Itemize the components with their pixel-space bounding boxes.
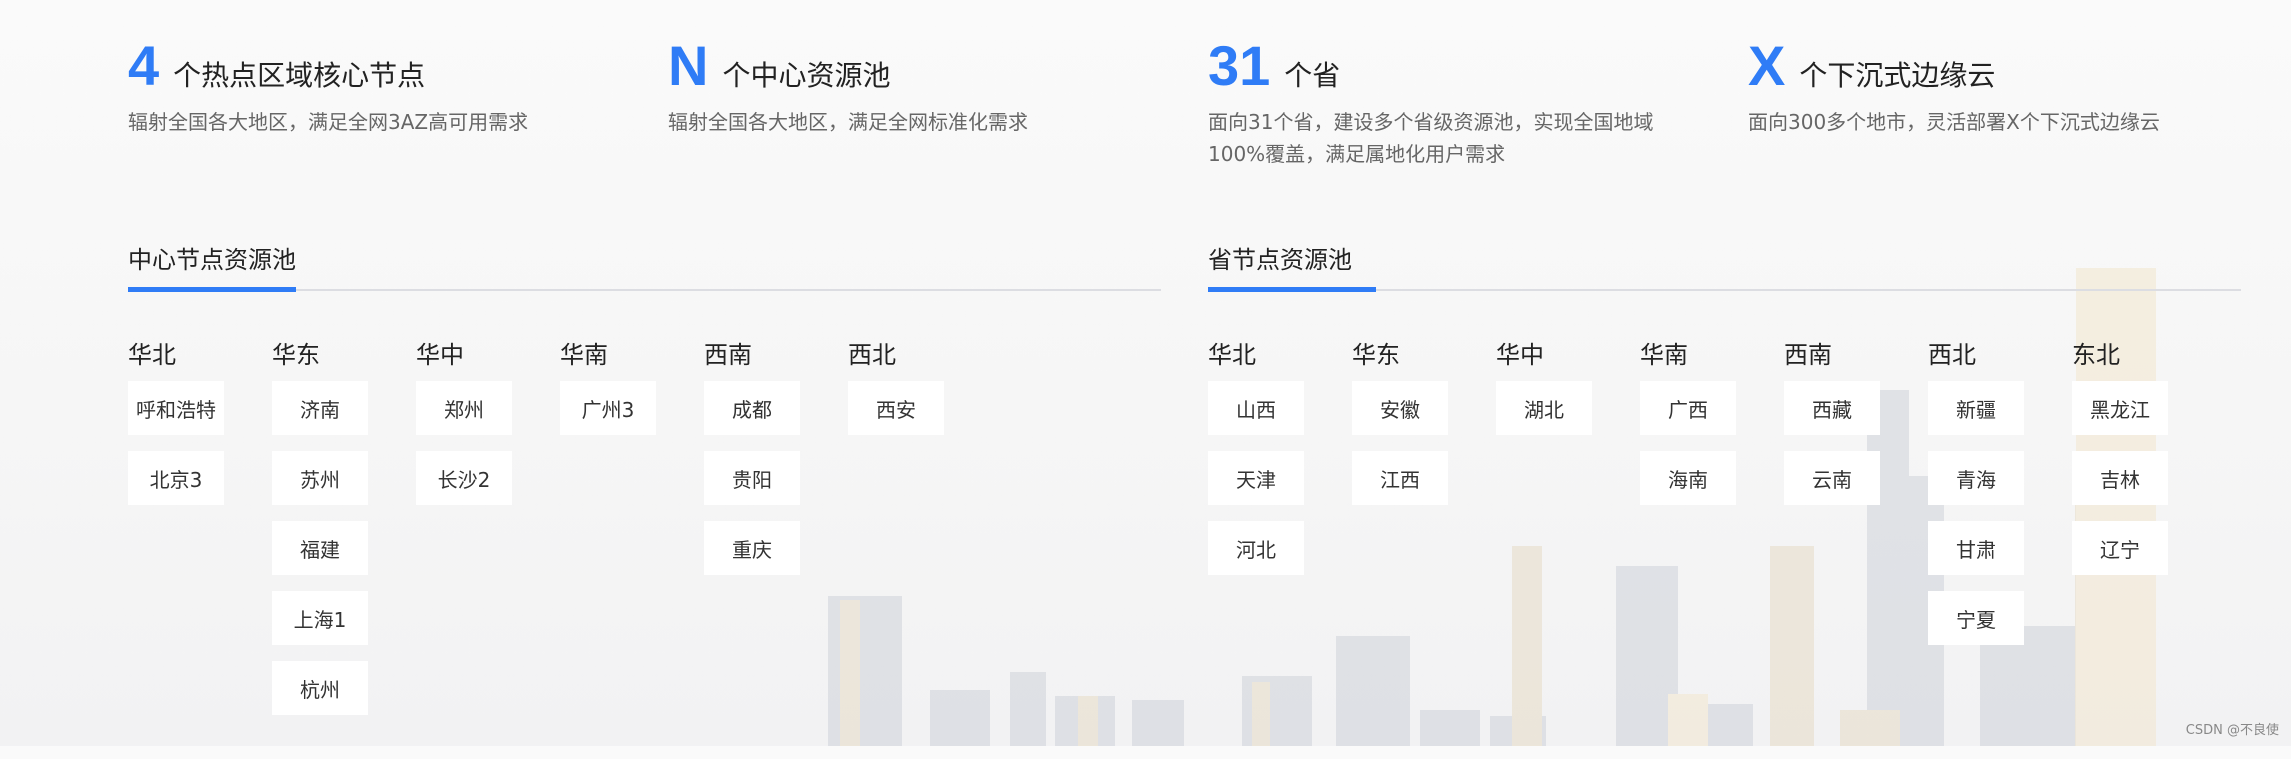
stat-description: 辐射全国各大地区，满足全网3AZ高可用需求 xyxy=(128,110,529,134)
region-column: 华中郑州长沙2 xyxy=(416,339,516,521)
pool-divider xyxy=(128,287,1161,292)
city-list: 成都 贵阳 重庆 xyxy=(704,381,804,575)
stat-label: 个下沉式边缘云 xyxy=(1799,59,1996,92)
region-name: 西南 xyxy=(1784,341,1832,369)
region-name: 西北 xyxy=(848,341,896,369)
city-node-card[interactable]: 北京3 xyxy=(128,451,224,505)
city-node-card[interactable]: 苏州 xyxy=(272,451,368,505)
region-column: 华北呼和浩特北京3 xyxy=(128,339,228,521)
region-column: 华中 湖北 xyxy=(1496,339,1596,451)
pool-title: 省节点资源池 xyxy=(1208,246,1352,274)
stat-label: 个中心资源池 xyxy=(722,59,891,92)
region-name: 华东 xyxy=(272,341,320,369)
region-column: 西南 成都 贵阳 重庆 xyxy=(704,339,804,591)
region-column: 华南 广西 海南 xyxy=(1640,339,1740,521)
city-node-card[interactable]: 黑龙江 xyxy=(2072,381,2168,435)
city-node-card[interactable]: 济南 xyxy=(272,381,368,435)
pool-title: 中心节点资源池 xyxy=(128,246,296,274)
region-name: 西南 xyxy=(704,341,752,369)
city-list: 西藏 云南 xyxy=(1784,381,1884,505)
watermark: CSDN @不良使 xyxy=(2185,723,2279,738)
city-node-card[interactable]: 云南 xyxy=(1784,451,1880,505)
region-name: 华南 xyxy=(560,341,608,369)
city-node-card[interactable]: 成都 xyxy=(704,381,800,435)
city-node-card[interactable]: 贵阳 xyxy=(704,451,800,505)
city-node-card[interactable]: 新疆 xyxy=(1928,381,2024,435)
region-name: 华北 xyxy=(128,341,176,369)
city-node-card[interactable]: 重庆 xyxy=(704,521,800,575)
region-name: 华南 xyxy=(1640,341,1688,369)
stat-description: 辐射全国各大地区，满足全网标准化需求 xyxy=(668,110,1028,134)
pool-title-underline xyxy=(128,287,296,292)
pool-title-underline xyxy=(1208,287,1376,292)
stat-center-pools: N 个中心资源池 辐射全国各大地区，满足全网标准化需求 xyxy=(668,34,1168,138)
stat-edge-clouds: X 个下沉式边缘云 面向300多个地市，灵活部署X个下沉式边缘云 xyxy=(1748,34,2248,138)
city-node-card[interactable]: 福建 xyxy=(272,521,368,575)
region-name: 华中 xyxy=(1496,341,1544,369)
region-column: 东北 黑龙江 吉林 辽宁 xyxy=(2072,339,2172,591)
city-list: 黑龙江 吉林 辽宁 xyxy=(2072,381,2172,575)
region-column: 华南广州3 xyxy=(560,339,660,451)
city-node-card[interactable]: 吉林 xyxy=(2072,451,2168,505)
region-column: 西北 西安 xyxy=(848,339,948,451)
city-list: 广西 海南 xyxy=(1640,381,1740,505)
city-list: 郑州长沙2 xyxy=(416,381,516,505)
stat-number: X xyxy=(1748,34,1786,97)
city-node-card[interactable]: 海南 xyxy=(1640,451,1736,505)
city-list: 广州3 xyxy=(560,381,660,435)
city-list: 济南苏州福建上海1 杭州 xyxy=(272,381,372,715)
region-column: 西北新疆青海甘肃宁夏 xyxy=(1928,339,2028,661)
city-list: 安徽 江西 xyxy=(1352,381,1452,505)
region-name: 西北 xyxy=(1928,341,1976,369)
stat-label: 个热点区域核心节点 xyxy=(173,59,426,92)
city-node-card[interactable]: 呼和浩特 xyxy=(128,381,224,435)
city-node-card[interactable]: 辽宁 xyxy=(2072,521,2168,575)
stat-label: 个省 xyxy=(1284,59,1341,92)
city-list: 新疆 青海 甘肃 宁夏 xyxy=(1928,381,2028,645)
region-column: 西南 西藏 云南 xyxy=(1784,339,1884,521)
city-node-card[interactable]: 甘肃 xyxy=(1928,521,2024,575)
city-node-card[interactable]: 江西 xyxy=(1352,451,1448,505)
city-node-card[interactable]: 安徽 xyxy=(1352,381,1448,435)
stat-provinces: 31 个省 面向31个省，建设多个省级资源池，实现全国地域100%覆盖，满足属地… xyxy=(1208,34,1688,170)
city-list: 湖北 xyxy=(1496,381,1596,435)
city-node-card[interactable]: 广州3 xyxy=(560,381,656,435)
city-node-card[interactable]: 西藏 xyxy=(1784,381,1880,435)
region-column: 华北 山西 天津 河北 xyxy=(1208,339,1308,591)
stat-number: 31 xyxy=(1208,34,1271,97)
city-node-card[interactable]: 杭州 xyxy=(272,661,368,715)
city-node-card[interactable]: 河北 xyxy=(1208,521,1304,575)
city-node-card[interactable]: 上海1 xyxy=(272,591,368,645)
region-columns: 华北呼和浩特北京3 华东济南苏州福建上海1 杭州 华中郑州长沙2 华南广州3 西南成都贵阳… xyxy=(128,339,1161,759)
city-node-card[interactable]: 青海 xyxy=(1928,451,2024,505)
region-column: 华东济南苏州福建上海1 杭州 xyxy=(272,339,372,731)
city-node-card[interactable]: 宁夏 xyxy=(1928,591,2024,645)
region-name: 华中 xyxy=(416,341,464,369)
city-node-card[interactable]: 广西 xyxy=(1640,381,1736,435)
region-name: 东北 xyxy=(2072,341,2120,369)
city-list: 呼和浩特北京3 xyxy=(128,381,228,505)
city-node-card[interactable]: 长沙2 xyxy=(416,451,512,505)
stat-description: 面向31个省，建设多个省级资源池，实现全国地域100%覆盖，满足属地化用户需求 xyxy=(1208,110,1654,166)
stats-row: 4 个热点区域核心节点 辐射全国各大地区，满足全网3AZ高可用需求 N 个中心资… xyxy=(128,34,2228,174)
city-node-card[interactable]: 湖北 xyxy=(1496,381,1592,435)
stat-hotspot-nodes: 4 个热点区域核心节点 辐射全国各大地区，满足全网3AZ高可用需求 xyxy=(128,34,628,138)
city-list: 山西 天津 河北 xyxy=(1208,381,1308,575)
city-node-card[interactable]: 西安 xyxy=(848,381,944,435)
region-name: 华东 xyxy=(1352,341,1400,369)
stat-description: 面向300多个地市，灵活部署X个下沉式边缘云 xyxy=(1748,110,2160,134)
region-columns: 华北 山西 天津 河北 华东 安徽 江西 华中 湖北 华南 广西 海南 西南 西藏 云南 西北 新疆 青海 甘肃 宁夏… xyxy=(1208,339,2241,759)
center-node-pool: 中心节点资源池 华北呼和浩特北京3 华东济南苏州福建上海1 杭州 华中郑州长沙2 华南广… xyxy=(128,240,1161,759)
city-node-card[interactable]: 郑州 xyxy=(416,381,512,435)
city-list: 西安 xyxy=(848,381,948,435)
city-node-card[interactable]: 山西 xyxy=(1208,381,1304,435)
city-node-card[interactable]: 天津 xyxy=(1208,451,1304,505)
region-name: 华北 xyxy=(1208,341,1256,369)
stat-number: 4 xyxy=(128,34,160,97)
pool-divider xyxy=(1208,287,2241,292)
stat-number: N xyxy=(668,34,709,97)
region-column: 华东 安徽 江西 xyxy=(1352,339,1452,521)
province-node-pool: 省节点资源池 华北 山西 天津 河北 华东 安徽 江西 华中 湖北 华南 广西 海南 西南 西藏 云南 西北新… xyxy=(1208,240,2241,759)
